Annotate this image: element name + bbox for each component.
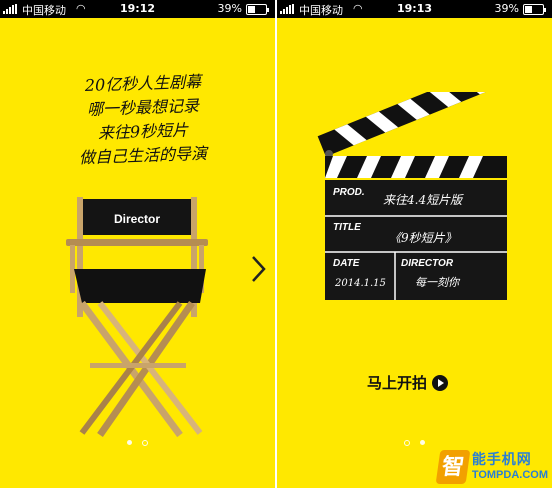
- start-shooting-button[interactable]: 马上开拍: [367, 372, 449, 393]
- chair-crossbar: [90, 363, 186, 368]
- page-dot-active: [420, 440, 425, 445]
- date-value: 2014.1.15: [334, 278, 386, 289]
- next-page-arrow-icon[interactable]: [250, 255, 266, 283]
- page-indicator: [277, 440, 552, 446]
- start-shooting-label: 马上开拍: [367, 375, 428, 392]
- status-bar: 中国移动 ◠ 19:12 39%: [0, 0, 275, 18]
- intro-screen-2[interactable]: 中国移动 ◠ 19:13 39% PROD. 来往4.4短片版 TITLE 《9…: [277, 0, 552, 488]
- date-caption: DATE: [333, 258, 360, 269]
- prod-value: 来往4.4短片版: [383, 193, 464, 207]
- play-icon: [432, 374, 449, 391]
- poem-line: 做自己生活的导演: [78, 143, 208, 168]
- battery-icon: [523, 4, 546, 15]
- page-dot: [404, 440, 410, 446]
- battery-percent: 39%: [217, 2, 242, 15]
- watermark-logo: 智: [435, 450, 471, 484]
- status-bar: 中国移动 ◠ 19:13 39%: [277, 0, 552, 18]
- clapperboard-illustration: PROD. 来往4.4短片版 TITLE 《9秒短片》 DATE 2014.1.…: [317, 92, 507, 300]
- prod-caption: PROD.: [333, 187, 365, 198]
- director-value: 每一刻你: [415, 276, 461, 289]
- title-value: 《9秒短片》: [389, 231, 457, 245]
- watermark: 智 能手机网 TOMPDA.COM: [435, 450, 548, 484]
- watermark-line1: 能手机网: [471, 451, 532, 467]
- battery-percent: 39%: [494, 2, 519, 15]
- director-chair-illustration: Director: [66, 197, 208, 438]
- page-indicator: [0, 440, 275, 446]
- clapper-stick: [317, 92, 495, 157]
- battery-icon: [246, 4, 269, 15]
- watermark-line2: TOMPDA.COM: [471, 469, 548, 481]
- chair-label: Director: [114, 212, 160, 226]
- chair-armrest: [66, 239, 208, 246]
- intro-screen-1[interactable]: 中国移动 ◠ 19:12 39% 20亿秒人生剧幕 哪一秒最想记录 来往9秒短片…: [0, 0, 275, 488]
- page-dot: [142, 440, 148, 446]
- director-caption: DIRECTOR: [401, 258, 454, 269]
- chair-seat: [74, 269, 206, 303]
- page-dot-active: [127, 440, 132, 445]
- title-caption: TITLE: [333, 222, 361, 233]
- intro-poem: 20亿秒人生剧幕 哪一秒最想记录 来往9秒短片 做自己生活的导演: [58, 72, 228, 168]
